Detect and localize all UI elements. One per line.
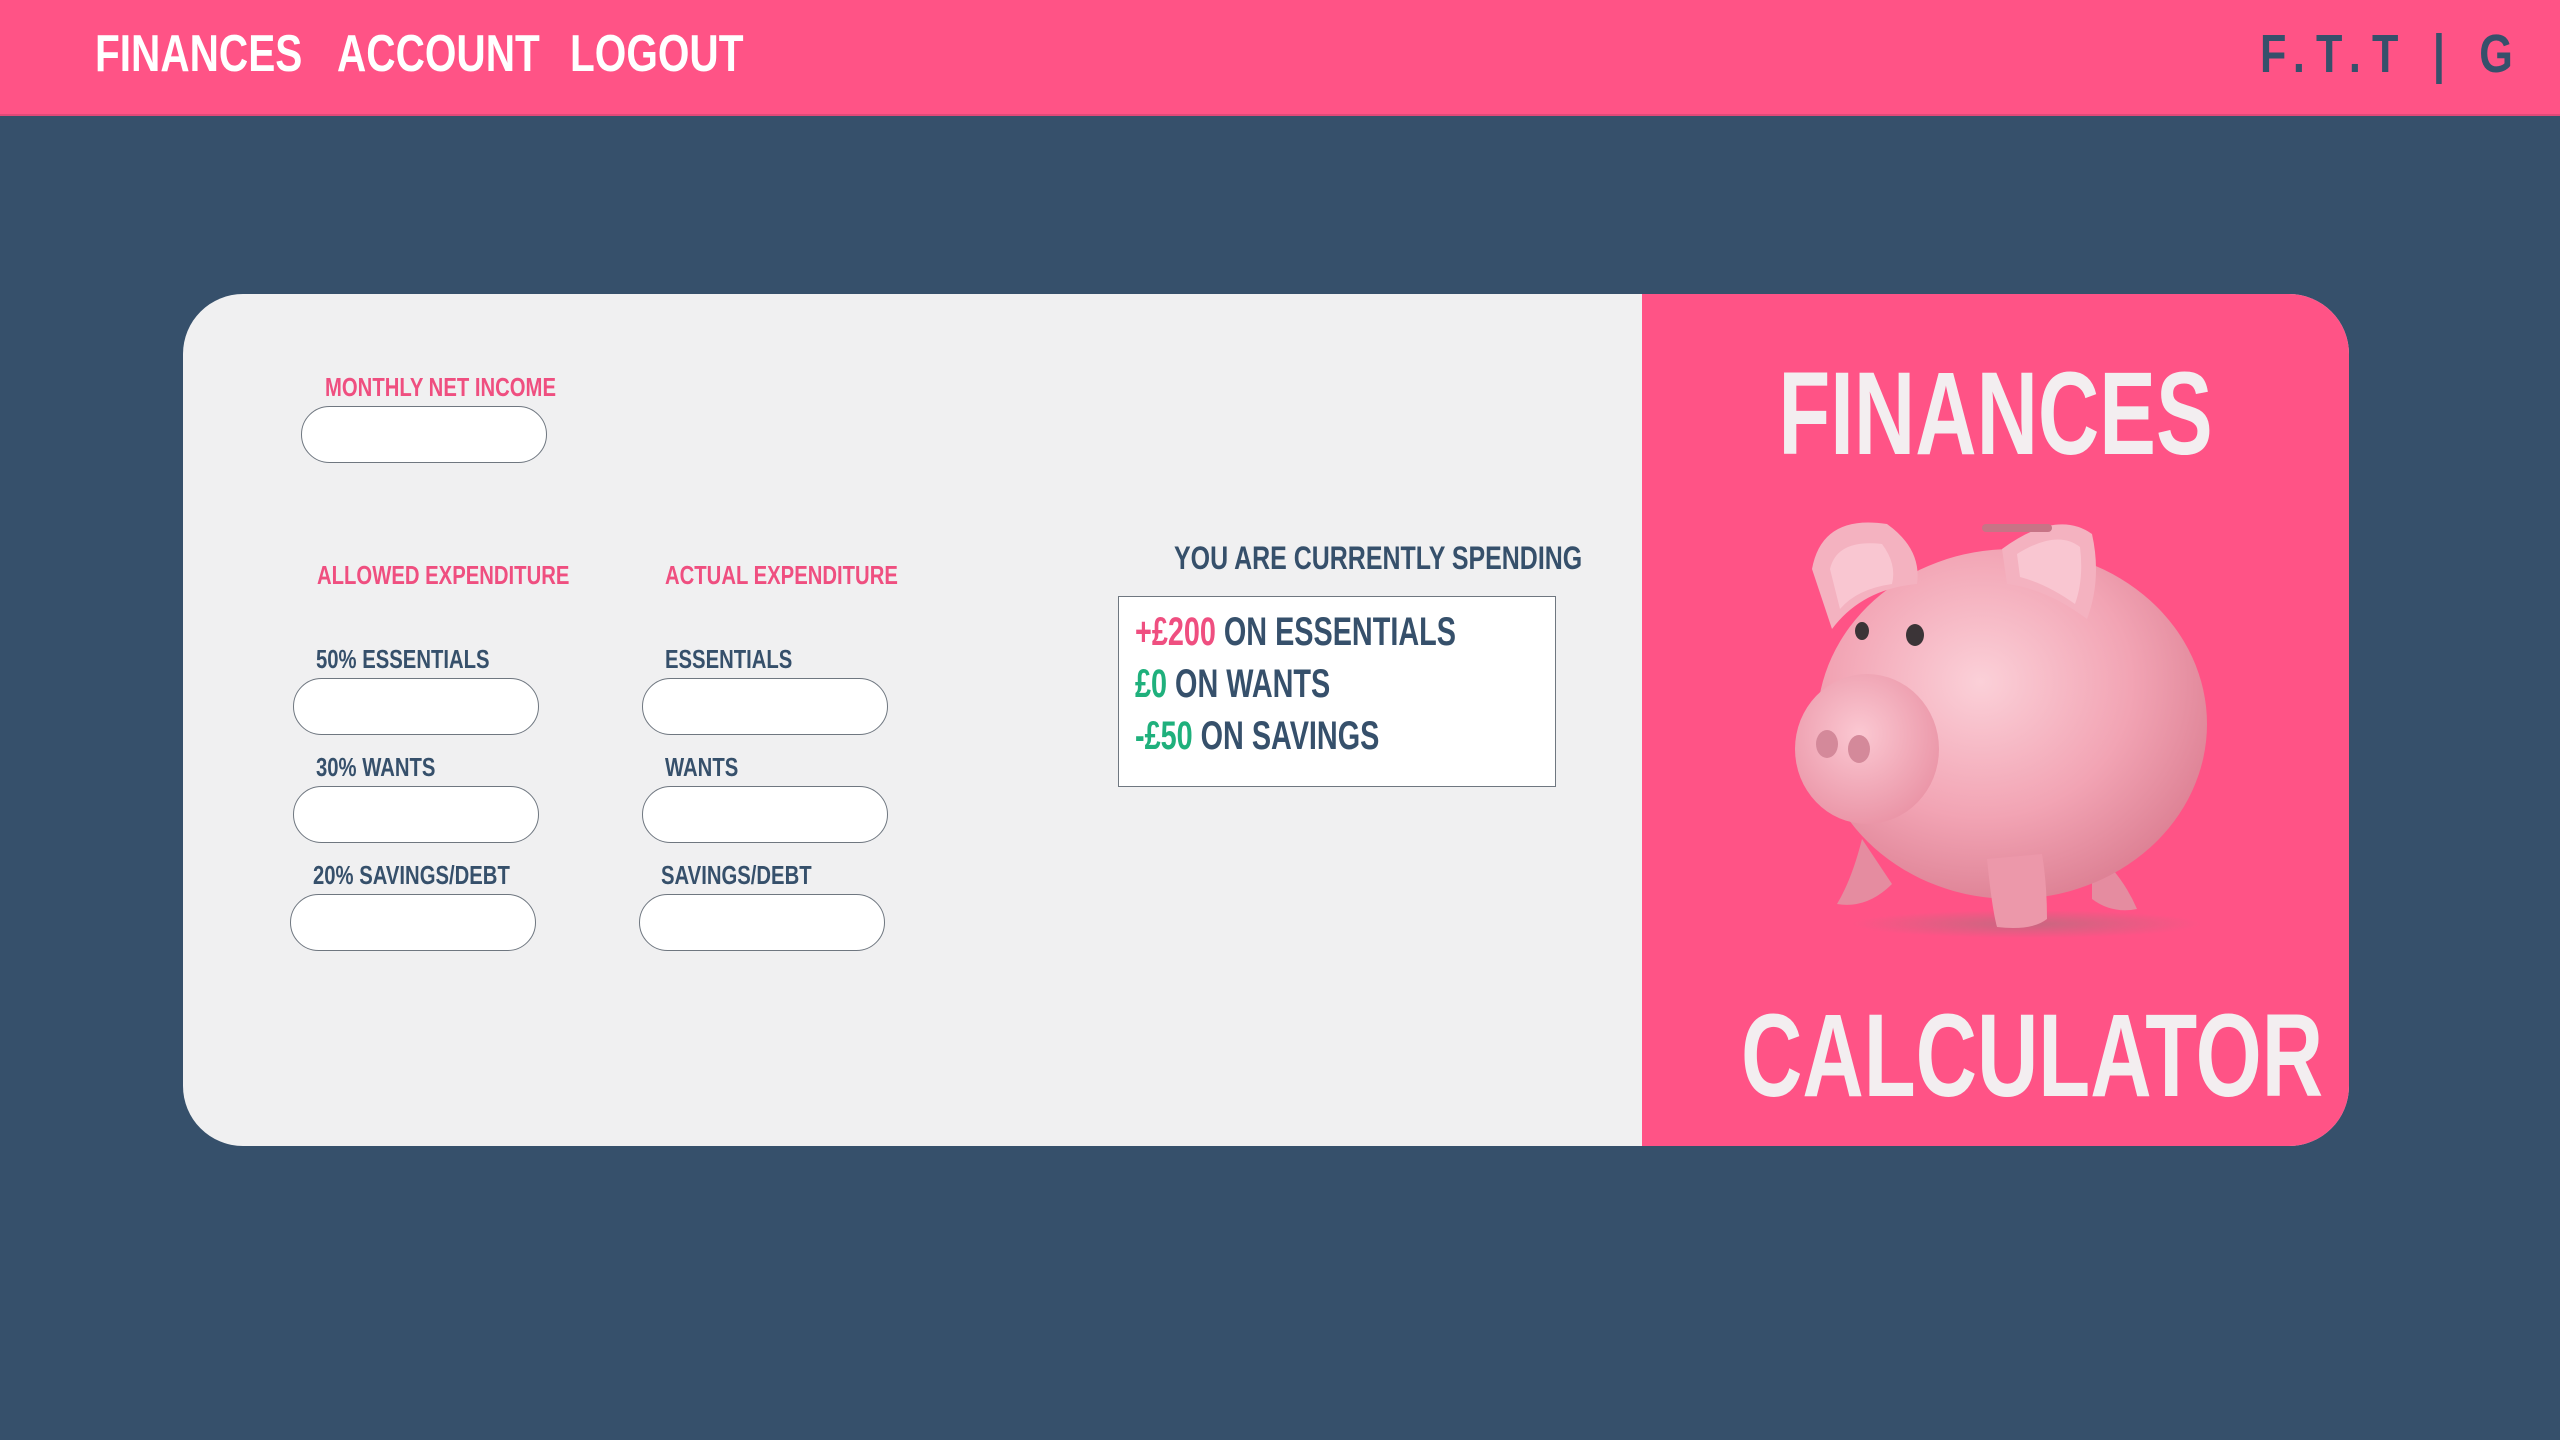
hero-panel: FINANCES CALCULATOR [1642,294,2349,1146]
spending-amount: £0 [1135,662,1168,706]
actual-expenditure-heading: ACTUAL EXPENDITURE [665,560,898,590]
brand-logo: F.T.T | G [2259,24,2524,84]
spending-category: ON SAVINGS [1192,714,1380,758]
top-nav-bar: FINANCES ACCOUNT LOGOUT F.T.T | G [0,0,2560,116]
calculator-card: MONTHLY NET INCOME ALLOWED EXPENDITURE A… [183,294,2349,1146]
spending-summary-title: YOU ARE CURRENTLY SPENDING [1174,540,1583,576]
hero-title-finances: FINANCES [1778,348,2213,480]
spending-amount: -£50 [1135,714,1193,758]
allowed-essentials-input[interactable] [293,678,539,735]
spending-amount: +£200 [1135,610,1216,654]
actual-essentials-label: ESSENTIALS [665,644,793,674]
spending-summary-box: +£200 ON ESSENTIALS £0 ON WANTS -£50 ON … [1118,596,1556,787]
allowed-essentials-label: 50% ESSENTIALS [316,644,490,674]
allowed-wants-label: 30% WANTS [316,752,436,782]
hero-title-calculator: CALCULATOR [1740,990,2324,1122]
actual-wants-label: WANTS [665,752,739,782]
spending-category: ON WANTS [1167,662,1331,706]
nav-logout-link[interactable]: LOGOUT [570,26,743,82]
actual-savings-input[interactable] [639,894,885,951]
allowed-savings-input[interactable] [290,894,536,951]
spending-line-wants: £0 ON WANTS [1135,661,1330,707]
actual-wants-input[interactable] [642,786,888,843]
allowed-savings-label: 20% SAVINGS/DEBT [313,860,510,890]
nav-finances-link[interactable]: FINANCES [95,26,302,82]
monthly-income-label: MONTHLY NET INCOME [325,372,556,402]
monthly-income-input[interactable] [301,406,547,463]
nav-account-link[interactable]: ACCOUNT [337,26,540,82]
spending-line-savings: -£50 ON SAVINGS [1135,713,1379,759]
spending-category: ON ESSENTIALS [1215,610,1456,654]
actual-essentials-input[interactable] [642,678,888,735]
spending-line-essentials: +£200 ON ESSENTIALS [1135,609,1456,655]
allowed-wants-input[interactable] [293,786,539,843]
piggy-bank-icon [1795,522,2207,938]
allowed-expenditure-heading: ALLOWED EXPENDITURE [317,560,570,590]
actual-savings-label: SAVINGS/DEBT [661,860,812,890]
